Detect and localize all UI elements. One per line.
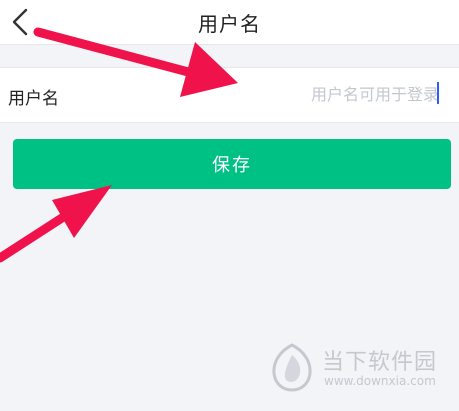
watermark-url: www.downxia.com xyxy=(324,374,436,388)
arrow-to-save-button-icon xyxy=(0,185,112,263)
watermark: 当下软件园 www.downxia.com xyxy=(270,340,450,400)
username-label: 用户名 xyxy=(8,89,59,109)
text-caret xyxy=(437,82,439,104)
username-row: 用户名 xyxy=(0,67,459,123)
site-logo-icon xyxy=(272,343,312,392)
nav-bar: 用户名 xyxy=(0,0,459,45)
save-button[interactable]: 保存 xyxy=(13,139,451,189)
username-input[interactable] xyxy=(189,80,439,108)
page-title: 用户名 xyxy=(198,12,261,36)
watermark-site-name: 当下软件园 xyxy=(322,350,438,375)
